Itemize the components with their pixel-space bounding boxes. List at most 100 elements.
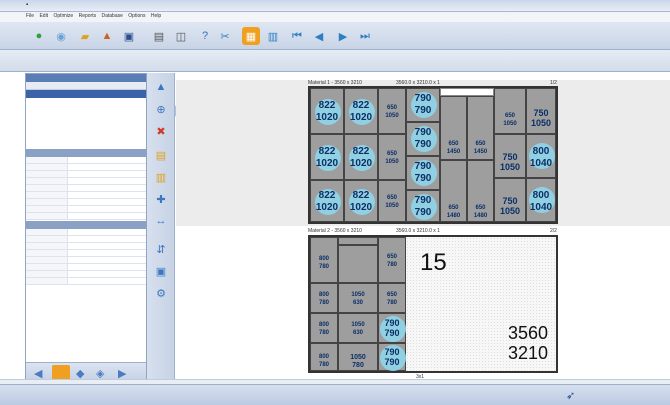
menu-help[interactable]: Help [151, 13, 161, 19]
sheet-1[interactable]: 822 1020 822 1020 822 1020 822 1020 822 … [308, 86, 558, 224]
measure-icon[interactable]: ⇵ [152, 241, 170, 257]
piece[interactable]: 650 780 [378, 283, 406, 313]
sheet-2[interactable]: 800 780 650 780 800 780 1050 630 650 780… [308, 235, 558, 373]
property-row[interactable] [26, 264, 146, 271]
copy-icon[interactable]: ▥ [152, 169, 170, 185]
piece[interactable]: 790 790 [406, 122, 440, 156]
property-row[interactable] [26, 171, 146, 178]
save-icon[interactable]: ▣ [120, 27, 138, 45]
piece[interactable]: 822 1020 [344, 134, 378, 180]
piece[interactable]: 650 780 [378, 237, 406, 283]
property-row[interactable] [26, 178, 146, 185]
next-icon[interactable]: ▶ [334, 27, 352, 45]
info-icon[interactable]: ▣ [152, 263, 170, 279]
piece[interactable]: 1050 780 [338, 343, 378, 371]
property-row[interactable] [26, 185, 146, 192]
new-icon[interactable]: ● [30, 27, 48, 45]
piece[interactable]: 790 790 [406, 88, 440, 122]
piece[interactable]: 750 1050 [494, 134, 526, 178]
ruler-icon[interactable]: ↔ [152, 213, 170, 229]
help-icon[interactable]: ? [196, 27, 214, 45]
property-row[interactable] [26, 199, 146, 206]
piece[interactable] [338, 237, 378, 245]
sheet-1-area: Material 1 - 3560 x 3210 3560.0 x 3210.0… [176, 80, 670, 226]
piece[interactable]: 650 1050 [378, 88, 406, 134]
menu-database[interactable]: Database [102, 13, 123, 19]
piece[interactable]: 800 780 [310, 237, 338, 283]
property-row[interactable] [26, 243, 146, 250]
piece[interactable]: 750 1050 [526, 88, 556, 134]
menu-options[interactable]: Options [128, 13, 145, 19]
piece[interactable]: 822 1020 [310, 180, 344, 222]
split-icon[interactable]: ✚ [152, 191, 170, 207]
piece[interactable]: 790 790 [406, 156, 440, 190]
piece[interactable]: 650 1480 [440, 160, 467, 222]
piece[interactable]: 822 1020 [344, 88, 378, 134]
piece[interactable]: 650 1050 [378, 180, 406, 222]
list-area[interactable] [26, 98, 146, 148]
last-icon[interactable]: ⏭ [356, 27, 374, 45]
piece[interactable]: 790 790 [378, 343, 406, 371]
selected-row[interactable] [26, 90, 146, 98]
optimize-icon[interactable]: ✂ [216, 27, 234, 45]
property-row[interactable] [26, 250, 146, 257]
piece[interactable]: 800 780 [310, 313, 338, 343]
table-view-icon[interactable]: ▥ [264, 27, 282, 45]
property-row[interactable] [26, 157, 146, 164]
offcut-area[interactable]: 15 3560 3210 [406, 237, 556, 371]
piece[interactable]: 750 1050 [494, 178, 526, 222]
preview-icon[interactable]: ◫ [172, 27, 190, 45]
piece[interactable]: 650 1050 [378, 134, 406, 180]
property-row[interactable] [26, 206, 146, 213]
secondary-toolbar [0, 50, 670, 117]
piece[interactable]: 790 790 [378, 313, 406, 343]
edit-icon[interactable]: ▤ [152, 147, 170, 163]
piece[interactable]: 822 1020 [310, 88, 344, 134]
piece[interactable]: 800 1040 [526, 178, 556, 222]
open-icon[interactable]: ▰ [76, 27, 94, 45]
sheet-2-page: 2/2 [550, 228, 557, 234]
optimization-settings-header[interactable] [26, 221, 146, 229]
property-row[interactable] [26, 229, 146, 236]
prev-icon[interactable]: ◀ [310, 27, 328, 45]
piece[interactable]: 800 1040 [526, 134, 556, 178]
add-icon[interactable]: ⊕ [152, 101, 170, 117]
menu-edit[interactable]: Edit [39, 13, 48, 19]
panel-header [26, 74, 146, 82]
property-row[interactable] [26, 257, 146, 264]
property-row[interactable] [26, 164, 146, 171]
piece[interactable]: 650 1450 [440, 96, 467, 160]
piece[interactable]: 800 780 [310, 283, 338, 313]
print-icon[interactable]: ▤ [150, 27, 168, 45]
main-toolbar: ● ◉ ▰ ▲ ▣ ▤ ◫ ? ✂ ▦ ▥ ⏮ ◀ ▶ ⏭ [0, 22, 670, 50]
settings-icon[interactable]: ⚙ [152, 285, 170, 301]
property-row[interactable] [26, 278, 146, 285]
piece[interactable] [338, 245, 378, 283]
sheet-props-header[interactable] [26, 149, 146, 157]
status-bar: ➶ [0, 384, 670, 405]
sheet-2-header: Material 2 - 3560 x 3210 [308, 228, 362, 234]
piece[interactable]: 650 1480 [467, 160, 494, 222]
move-up-icon[interactable]: ▲ [152, 79, 170, 95]
piece[interactable]: 1050 630 [338, 313, 378, 343]
piece[interactable]: 822 1020 [310, 134, 344, 180]
piece[interactable]: 790 790 [406, 190, 440, 222]
piece[interactable]: 800 780 [310, 343, 338, 371]
project-panel: ◀ ◆ ◈ ▶ [25, 73, 147, 385]
property-row[interactable] [26, 213, 146, 220]
menu-file[interactable]: File [26, 13, 34, 19]
property-row[interactable] [26, 271, 146, 278]
piece[interactable]: 650 1450 [467, 96, 494, 160]
menu-optimize[interactable]: Optimize [53, 13, 73, 19]
piece[interactable]: 650 1050 [494, 88, 526, 134]
piece[interactable]: 822 1020 [344, 180, 378, 222]
open-list-icon[interactable]: ◉ [52, 27, 70, 45]
property-row[interactable] [26, 236, 146, 243]
first-icon[interactable]: ⏮ [288, 27, 306, 45]
layout-view-icon[interactable]: ▦ [242, 27, 260, 45]
piece[interactable]: 1050 630 [338, 283, 378, 313]
import-icon[interactable]: ▲ [98, 27, 116, 45]
delete-icon[interactable]: ✖ [152, 123, 170, 139]
menu-reports[interactable]: Reports [79, 13, 97, 19]
property-row[interactable] [26, 192, 146, 199]
